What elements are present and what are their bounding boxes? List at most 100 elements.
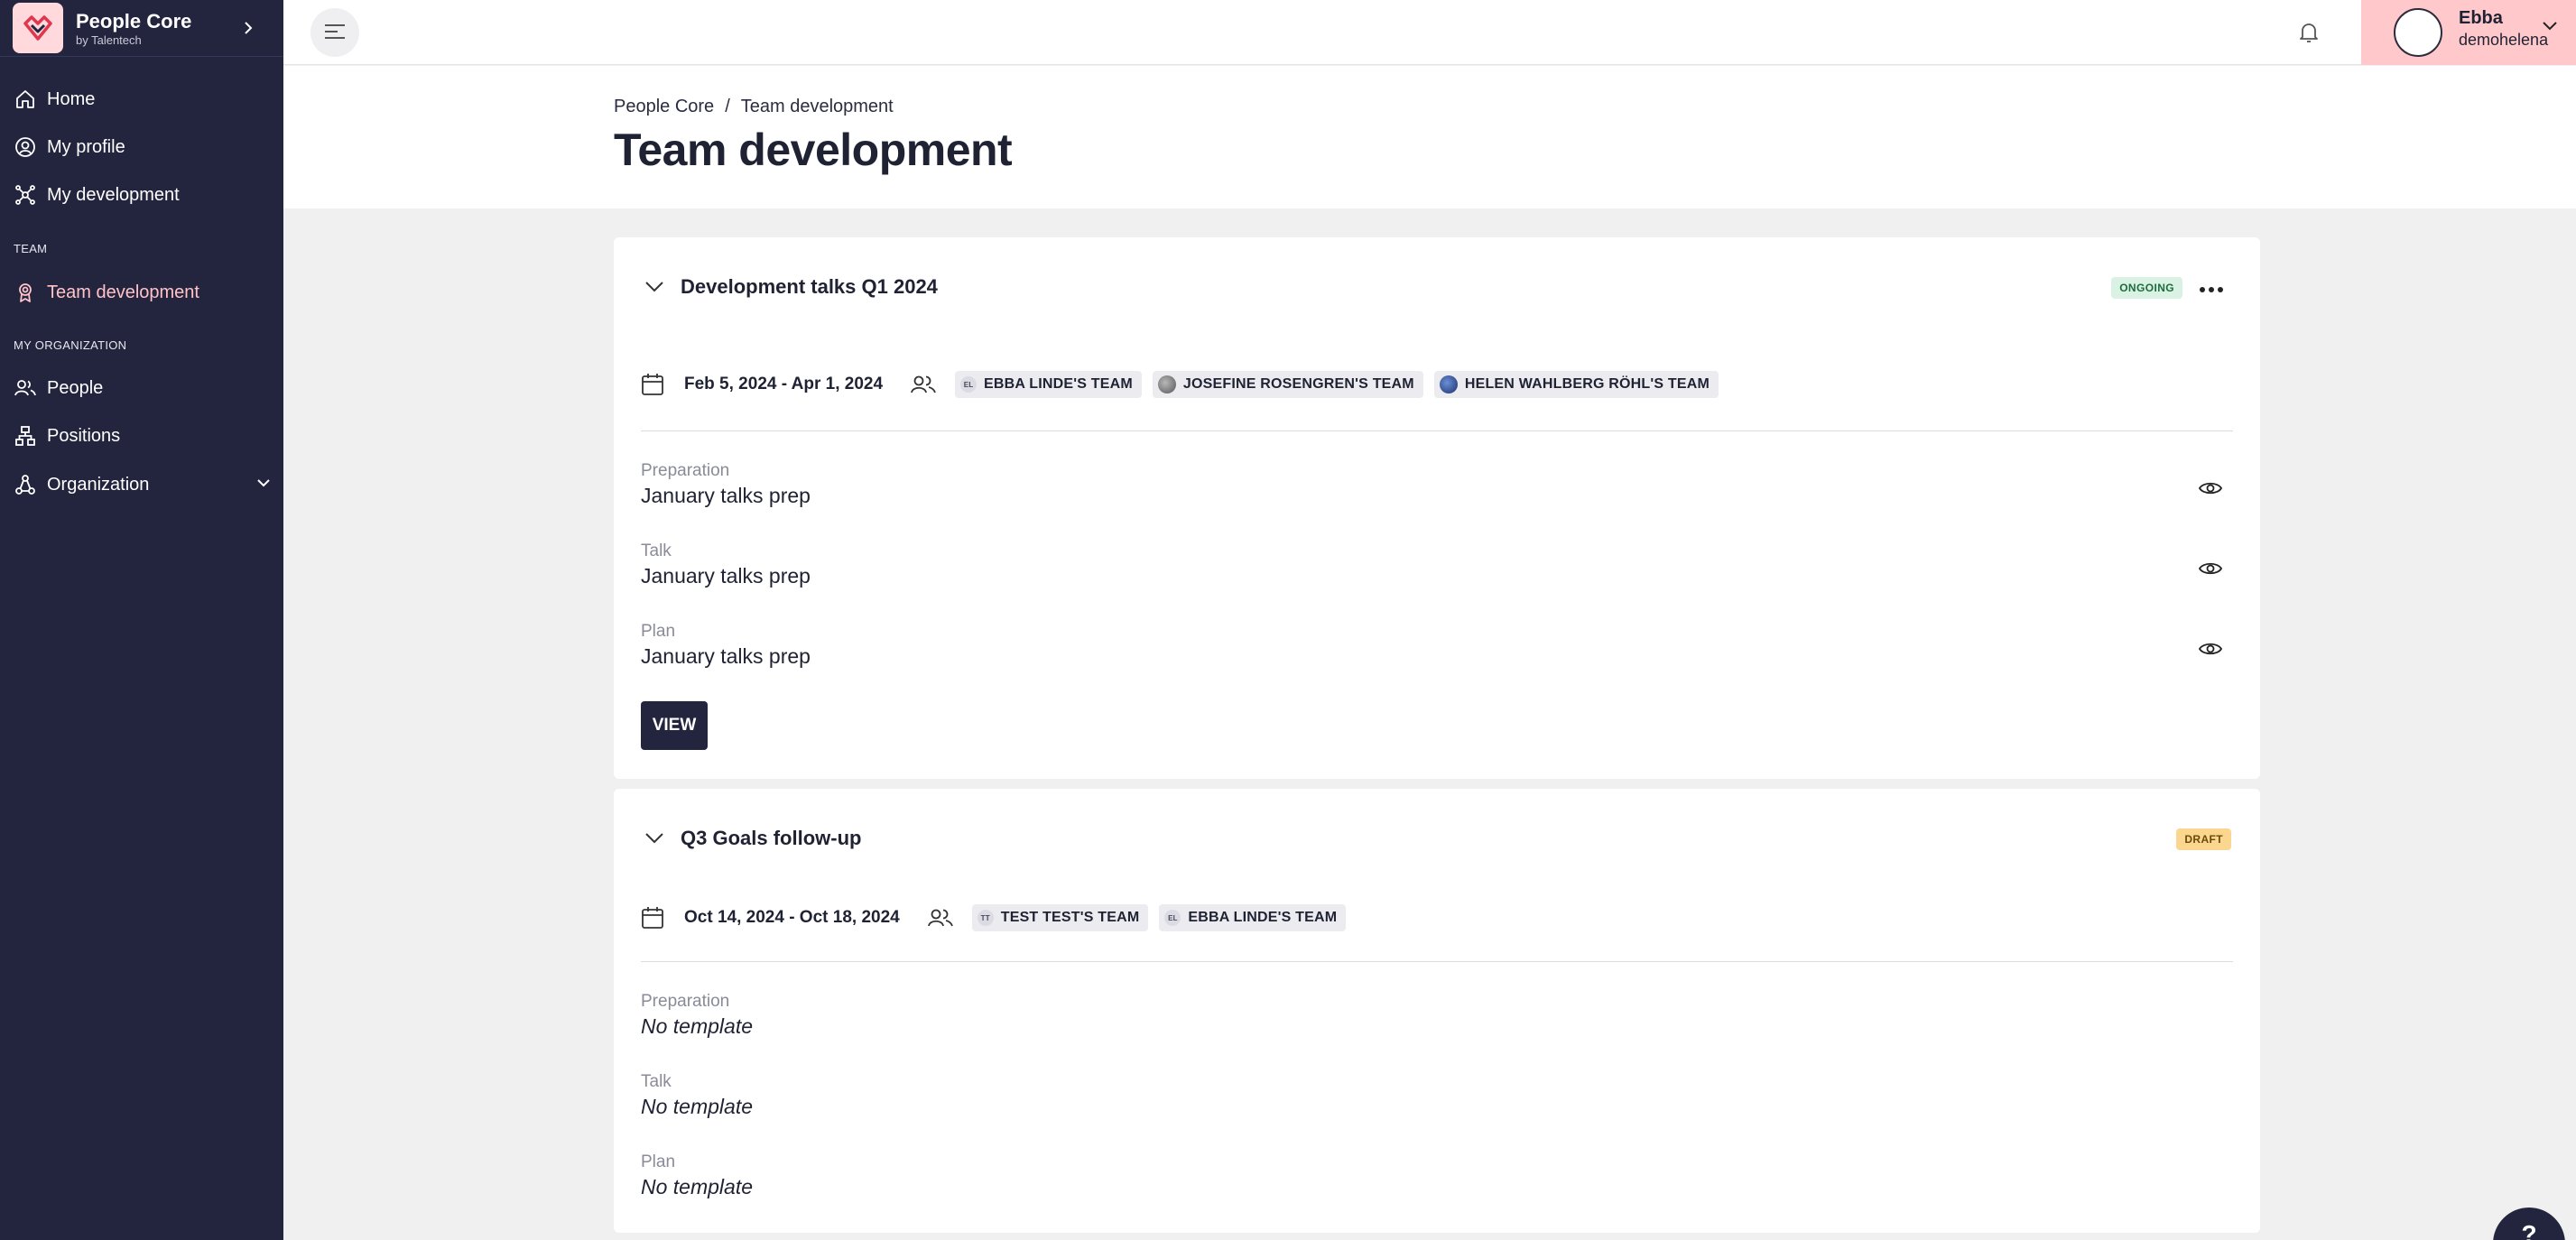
view-button[interactable]: VIEW (641, 701, 708, 750)
award-icon (13, 280, 38, 305)
more-options-button[interactable] (2195, 275, 2228, 301)
step-label: Plan (641, 1152, 676, 1171)
sidebar-item-my-profile[interactable]: My profile (13, 129, 271, 165)
user-name: Ebba (2459, 8, 2503, 28)
team-initials: TT (977, 910, 994, 926)
sidebar-section-organization: MY ORGANIZATION (14, 338, 127, 352)
step-label: Talk (641, 541, 672, 560)
team-initials: EL (960, 376, 978, 393)
breadcrumb: People Core / Team development (614, 97, 894, 117)
step-row: Talk No template (641, 1071, 2233, 1120)
sidebar-item-label: My development (47, 184, 180, 205)
org-chart-icon (13, 423, 38, 449)
sidebar-item-my-development[interactable]: My development (13, 177, 271, 213)
team-tag[interactable]: EL EBBA LINDE'S TEAM (955, 371, 1142, 398)
step-label: Preparation (641, 992, 730, 1011)
eye-icon[interactable] (2197, 555, 2224, 582)
team-name: EBBA LINDE'S TEAM (984, 376, 1133, 392)
talk-card: Q3 Goals follow-up DRAFT Oct 14, 2024 - … (614, 789, 2260, 1233)
date-range: Feb 5, 2024 - Apr 1, 2024 (684, 375, 884, 393)
team-avatar (1157, 375, 1176, 393)
people-core-logo-icon (13, 3, 63, 53)
menu-toggle-button[interactable] (310, 8, 359, 57)
card-meta: Feb 5, 2024 - Apr 1, 2024 EL EBBA LINDE'S… (641, 371, 1729, 398)
sidebar-item-team-development[interactable]: Team development (13, 274, 271, 310)
sidebar-section-team: TEAM (14, 242, 48, 255)
calendar-icon (641, 904, 668, 931)
sidebar-item-home[interactable]: Home (13, 81, 271, 117)
step-value: January talks prep (641, 644, 811, 668)
menu-icon (324, 23, 346, 42)
sidebar: People Core by Talentech Home My profile… (0, 0, 283, 1240)
brand-name: People Core (76, 9, 192, 32)
user-login: demohelena (2459, 31, 2549, 49)
chevron-right-icon[interactable] (236, 16, 260, 40)
step-value: January talks prep (641, 484, 811, 507)
sidebar-item-label: Organization (47, 474, 150, 495)
home-icon (13, 87, 38, 112)
page-title: Team development (614, 125, 1013, 175)
sidebar-item-label: Home (47, 88, 96, 109)
brand-subtitle: by Talentech (76, 32, 142, 47)
help-icon: ? (2521, 1220, 2537, 1240)
sidebar-item-organization[interactable]: Organization (13, 467, 271, 503)
team-avatar (1439, 375, 1458, 393)
chevron-down-icon[interactable] (641, 273, 668, 301)
sidebar-item-label: Positions (47, 425, 121, 446)
card-meta: Oct 14, 2024 - Oct 18, 2024 TT TEST TEST'… (641, 904, 1357, 931)
status-badge: DRAFT (2176, 828, 2231, 850)
user-circle-icon (13, 134, 38, 160)
step-value: No template (641, 1175, 754, 1198)
breadcrumb-link-people-core[interactable]: People Core (614, 97, 714, 116)
chevron-down-icon[interactable] (256, 473, 271, 494)
team-name: EBBA LINDE'S TEAM (1188, 910, 1338, 925)
user-menu[interactable]: Ebba demohelena (2361, 0, 2576, 65)
step-row: Preparation No template (641, 991, 2233, 1040)
chevron-down-icon[interactable] (2542, 20, 2558, 36)
step-value: No template (641, 1014, 754, 1038)
step-row: Plan No template (641, 1152, 2233, 1200)
calendar-icon (641, 371, 668, 398)
page-header: People Core / Team development Team develo… (283, 66, 2576, 208)
date-range: Oct 14, 2024 - Oct 18, 2024 (684, 908, 900, 927)
team-tag[interactable]: TT TEST TEST'S TEAM (971, 904, 1149, 931)
step-row: Preparation January talks prep (641, 460, 2233, 509)
step-value: No template (641, 1095, 754, 1118)
topbar: Ebba demohelena (283, 0, 2576, 65)
team-tag[interactable]: HELEN WAHLBERG RÖHL'S TEAM (1433, 371, 1719, 398)
card-title[interactable]: Q3 Goals follow-up (681, 827, 861, 850)
talk-card: Development talks Q1 2024 ONGOING Feb 5,… (614, 237, 2260, 779)
team-name: TEST TEST'S TEAM (1000, 910, 1140, 925)
step-label: Talk (641, 1072, 672, 1091)
more-horizontal-icon (2200, 282, 2223, 295)
step-label: Plan (641, 622, 676, 641)
sidebar-item-people[interactable]: People (13, 370, 271, 406)
team-tag[interactable]: EL EBBA LINDE'S TEAM (1159, 904, 1347, 931)
help-button[interactable]: ? (2493, 1208, 2565, 1240)
step-value: January talks prep (641, 564, 811, 588)
team-name: HELEN WAHLBERG RÖHL'S TEAM (1464, 376, 1710, 392)
step-row: Talk January talks prep (641, 541, 2233, 589)
breadcrumb-current: Team development (740, 97, 894, 116)
brand[interactable]: People Core by Talentech (0, 0, 283, 57)
team-name: JOSEFINE ROSENGREN'S TEAM (1182, 376, 1414, 392)
eye-icon[interactable] (2197, 475, 2224, 502)
team-initials: EL (1164, 910, 1181, 926)
people-icon (13, 375, 38, 401)
chevron-down-icon[interactable] (641, 825, 668, 852)
bell-icon[interactable] (2291, 14, 2327, 51)
hierarchy-icon (13, 472, 38, 497)
divider (641, 961, 2233, 962)
step-row: Plan January talks prep (641, 621, 2233, 670)
step-label: Preparation (641, 461, 730, 480)
sidebar-item-label: My profile (47, 136, 125, 157)
card-title[interactable]: Development talks Q1 2024 (681, 275, 938, 299)
sidebar-item-label: Team development (47, 282, 199, 302)
eye-icon[interactable] (2197, 635, 2224, 662)
sidebar-item-label: People (47, 377, 104, 398)
team-tag[interactable]: JOSEFINE ROSENGREN'S TEAM (1152, 371, 1423, 398)
breadcrumb-separator: / (725, 97, 730, 116)
people-icon (910, 371, 941, 398)
divider (641, 430, 2233, 431)
sidebar-item-positions[interactable]: Positions (13, 418, 271, 454)
